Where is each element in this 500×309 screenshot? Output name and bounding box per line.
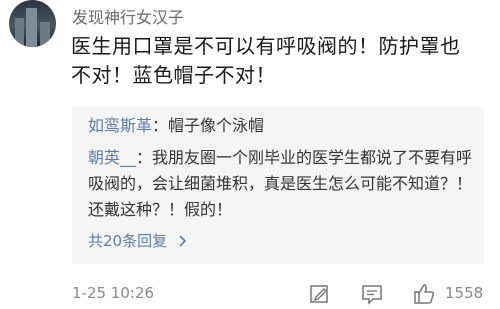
comment-icon[interactable] (361, 283, 383, 305)
replies-panel: 如鸾斯革：帽子像个泳帽 朝英__：我朋友圈一个刚毕业的医学生都说了不要有呼吸阀的… (72, 107, 484, 264)
comment-text: 医生用口罩是不可以有呼吸阀的！防护罩也 不对！蓝色帽子不对！ (71, 32, 483, 90)
comment-line: 不对！蓝色帽子不对！ (71, 63, 276, 87)
avatar-building-shape (26, 8, 37, 47)
timestamp: 1-25 10:26 (72, 284, 155, 302)
like-count: 1558 (445, 284, 484, 302)
comment-line: 医生用口罩是不可以有呼吸阀的！防护罩也 (71, 34, 461, 58)
avatar-building-shape (15, 18, 24, 47)
avatar-building-shape (40, 22, 50, 47)
more-replies-link[interactable]: 共20条回复 (88, 230, 188, 251)
thumbs-up-icon[interactable] (413, 283, 435, 305)
reply-text: ：我朋友圈一个刚毕业的医学生都说了不要有呼吸阀的，会让细菌堆积，真是医生怎么可能… (88, 148, 473, 219)
edit-icon[interactable] (309, 283, 331, 305)
reply-author[interactable]: 如鸾斯革 (88, 116, 152, 135)
reply-item[interactable]: 如鸾斯革：帽子像个泳帽 (88, 113, 478, 139)
reply-text: ：帽子像个泳帽 (152, 116, 265, 135)
reply-item[interactable]: 朝英__：我朋友圈一个刚毕业的医学生都说了不要有呼吸阀的，会让细菌堆积，真是医生… (88, 145, 478, 223)
username[interactable]: 发现神行女汉子 (72, 4, 184, 28)
comment-footer: 1-25 10:26 1558 (0, 279, 500, 309)
more-replies-label[interactable]: 共20条回复 (88, 232, 167, 250)
chevron-right-icon (179, 235, 187, 247)
avatar[interactable] (9, 0, 56, 47)
reply-author[interactable]: 朝英__ (88, 148, 136, 167)
